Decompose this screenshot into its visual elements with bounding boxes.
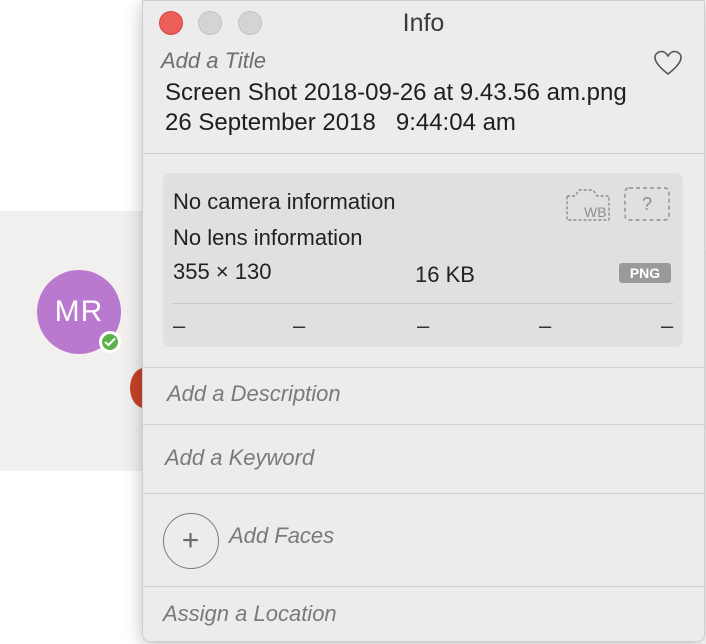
title-field[interactable]: Add a Title: [161, 48, 266, 74]
presence-available-icon: [99, 331, 121, 353]
add-faces-label[interactable]: Add Faces: [229, 523, 334, 549]
divider: [143, 367, 704, 368]
add-faces-button[interactable]: +: [163, 513, 219, 569]
description-field[interactable]: Add a Description: [167, 381, 341, 407]
heart-icon[interactable]: [653, 49, 683, 77]
shutter-value: –: [293, 313, 306, 338]
capture-time: 9:44:04 am: [395, 109, 516, 136]
divider: [143, 493, 704, 494]
wb-label: WB: [584, 204, 607, 220]
question-frame-icon: ?: [623, 186, 671, 227]
plus-icon: +: [182, 524, 200, 557]
question-label: ?: [642, 194, 652, 214]
camera-divider: [173, 303, 673, 304]
title-bar[interactable]: Info: [143, 1, 704, 45]
divider: [143, 153, 704, 154]
camera-info-box: No camera information No lens informatio…: [163, 173, 683, 347]
capture-datetime: 26 September 2018 9:44:04 am: [165, 109, 516, 137]
format-badge: PNG: [619, 263, 671, 283]
location-field[interactable]: Assign a Location: [163, 601, 337, 627]
exposure-value: –: [417, 313, 430, 338]
divider: [143, 586, 704, 587]
window-title: Info: [402, 9, 445, 37]
info-panel: Info Add a Title Screen Shot 2018-09-26 …: [142, 0, 705, 642]
keyword-field[interactable]: Add a Keyword: [165, 445, 314, 471]
divider: [143, 424, 704, 425]
capture-date: 26 September 2018: [165, 109, 376, 136]
iso-value: –: [661, 313, 674, 338]
focal-length-value: –: [539, 313, 552, 338]
camera-wb-icon: WB: [565, 186, 611, 227]
avatar-initials: MR: [54, 295, 104, 328]
camera-info: No camera information: [173, 189, 396, 214]
lens-info: No lens information: [173, 225, 363, 250]
file-size: 16 KB: [415, 262, 475, 287]
aperture-value: –: [173, 313, 186, 338]
image-dimensions: 355 × 130: [173, 259, 272, 284]
file-name: Screen Shot 2018-09-26 at 9.43.56 am.png: [165, 79, 627, 106]
